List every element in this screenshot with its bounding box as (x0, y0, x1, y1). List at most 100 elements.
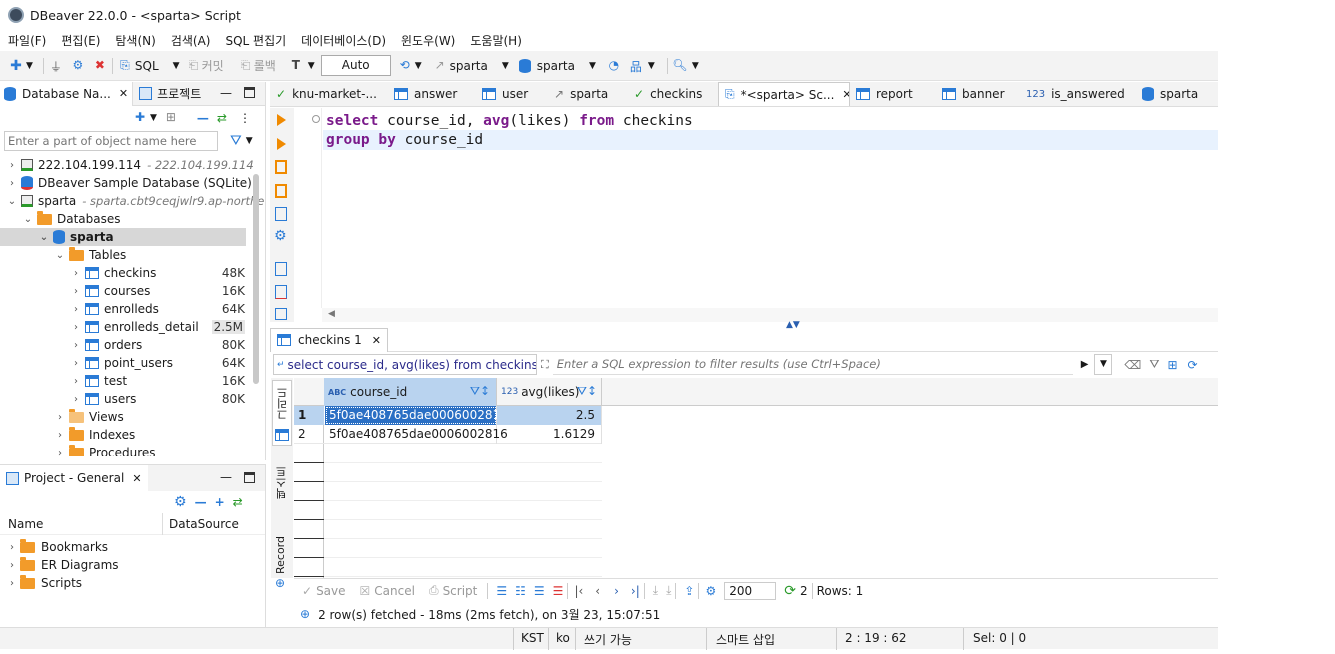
filter-dropdown-icon[interactable]: ▼ (246, 136, 253, 146)
apply-filter-icon[interactable]: ▶ (1081, 359, 1089, 370)
collapsed-chevron-icon[interactable]: › (54, 448, 66, 457)
add-row-icon[interactable]: ☷ (515, 584, 526, 598)
collapsed-chevron-icon[interactable]: › (6, 178, 18, 189)
editor-tab[interactable]: ✓ knu-market-... (270, 82, 388, 106)
object-filter-input[interactable] (4, 131, 218, 151)
cell-course-id[interactable]: 5f0ae408765dae0006002816 (325, 425, 508, 444)
filter-icon[interactable]: ⛛ (230, 133, 242, 149)
view-menu-icon[interactable]: ⋮ (239, 111, 251, 125)
datasource-dropdown-icon[interactable]: ▼ (502, 61, 509, 71)
link-editor-icon[interactable]: ⇄ (233, 495, 243, 509)
folder-item[interactable]: › Views (0, 408, 265, 426)
tree-item[interactable]: › 222.104.199.114 - 222.104.199.114 (0, 156, 265, 174)
expanded-chevron-icon[interactable]: ⌄ (38, 232, 50, 243)
network-dropdown-icon[interactable]: ▼ (648, 61, 655, 71)
export-icon[interactable] (275, 262, 287, 276)
collapsed-chevron-icon[interactable]: › (70, 268, 82, 279)
side-tab-grid[interactable]: 그리드 (272, 380, 292, 446)
expanded-chevron-icon[interactable]: ⌄ (54, 250, 66, 261)
tab-project[interactable]: 프로젝트 (133, 82, 207, 106)
datasource-selector[interactable]: sparta (450, 59, 488, 73)
cell-avg-likes[interactable]: 1.6129 (497, 425, 602, 444)
query-text-field[interactable]: ↵ select course_id, avg(likes) from chec… (273, 354, 537, 375)
cell-avg-likes[interactable]: 2.5 (497, 406, 602, 425)
explain-plan-icon[interactable] (275, 207, 287, 221)
search-icon[interactable]: 🔍︎ (672, 58, 688, 74)
column-filter-icon[interactable]: ⛛↕ (470, 384, 490, 399)
save-icon[interactable]: ✓ (302, 584, 312, 598)
row-number[interactable]: 2 (294, 425, 324, 444)
close-icon[interactable]: ✕ (119, 87, 128, 100)
folder-item[interactable]: › Indexes (0, 426, 265, 444)
dashboard-icon[interactable]: ◔ (606, 58, 622, 74)
settings-icon[interactable]: ⚙ (274, 228, 287, 244)
auto-commit-field[interactable]: Auto (320, 55, 391, 76)
filter-settings-icon[interactable]: ⛛ (1149, 357, 1159, 372)
next-page-icon[interactable]: › (614, 584, 619, 598)
connect-icon[interactable]: ⏚ (48, 58, 64, 74)
menu-item[interactable]: 탐색(N) (115, 32, 155, 49)
disconnect-icon[interactable]: ✖ (92, 58, 108, 74)
copy-row-icon[interactable]: ☰ (534, 584, 545, 598)
new-connection-icon[interactable]: ✚ (8, 58, 24, 74)
tree-item[interactable]: ⌄ Databases (0, 210, 265, 228)
table-item[interactable]: › point_users 64K (0, 354, 265, 372)
table-item[interactable]: › checkins 48K (0, 264, 265, 282)
table-item[interactable]: › enrolleds 64K (0, 300, 265, 318)
editor-tab[interactable]: user (476, 82, 548, 106)
column-datasource[interactable]: DataSource (169, 517, 239, 531)
sql-editor-button[interactable]: SQL (135, 59, 159, 73)
new-connection-dropdown-icon[interactable]: ▼ (26, 61, 33, 71)
fold-icon[interactable] (312, 115, 320, 123)
project-item[interactable]: › Bookmarks (0, 538, 265, 556)
refresh-panel-icon[interactable]: ⟳ (1188, 358, 1198, 372)
menu-item[interactable]: 편집(E) (61, 32, 100, 49)
tree-item[interactable]: ⌄ Tables (0, 246, 265, 264)
column-header-course-id[interactable]: ABC course_id ⛛↕ (324, 378, 497, 406)
editor-tab[interactable]: ↗ sparta (548, 82, 628, 106)
close-icon[interactable]: ✕ (372, 334, 381, 347)
collapsed-chevron-icon[interactable]: › (70, 376, 82, 387)
editor-tab[interactable]: ⎘ *<sparta> Sc... ✕ (718, 82, 850, 106)
delete-row-icon[interactable]: ☰ (553, 584, 564, 598)
tab-project-general[interactable]: Project - General ✕ (0, 465, 148, 491)
format-icon[interactable] (275, 308, 287, 320)
table-row[interactable]: 1 5f0ae408765dae0006002817 2.5 (294, 406, 602, 425)
table-item[interactable]: › enrolleds_detail 2.5M (0, 318, 265, 336)
script-icon[interactable]: ⎙ (429, 583, 439, 598)
settings-icon[interactable]: ⚙ (174, 494, 187, 510)
clear-filter-icon[interactable]: ⌫ (1124, 358, 1141, 372)
collapsed-chevron-icon[interactable]: › (6, 560, 18, 571)
column-filter-icon[interactable]: ⛛↕ (577, 384, 597, 399)
project-item[interactable]: › ER Diagrams (0, 556, 265, 574)
maximize-icon[interactable] (244, 87, 255, 98)
cancel-icon[interactable]: ☒ (360, 584, 371, 598)
fetch-next-icon[interactable]: ⤓ (653, 583, 658, 598)
cancel-button[interactable]: Cancel (374, 584, 415, 598)
transaction-dropdown-icon[interactable]: ▼ (308, 61, 315, 71)
edit-row-icon[interactable]: ☰ (496, 584, 507, 598)
commit-icon[interactable]: ⎗ (186, 58, 202, 74)
menu-item[interactable]: 윈도우(W) (401, 32, 455, 49)
menu-item[interactable]: 데이터베이스(D) (301, 32, 386, 49)
execute-statement-icon[interactable] (277, 114, 286, 126)
collapsed-chevron-icon[interactable]: › (6, 542, 18, 553)
table-item[interactable]: › users 80K (0, 390, 265, 408)
new-connection-icon[interactable]: ✚ (132, 110, 148, 126)
collapsed-chevron-icon[interactable]: › (70, 286, 82, 297)
execute-in-new-tab-icon[interactable] (277, 138, 286, 150)
results-filter-input[interactable] (552, 354, 1073, 375)
collapsed-chevron-icon[interactable]: › (70, 394, 82, 405)
transaction-mode-icon[interactable]: T (288, 58, 304, 74)
script-button[interactable]: Script (443, 584, 478, 598)
table-row[interactable]: 2 5f0ae408765dae0006002816 1.6129 (294, 425, 602, 444)
collapse-all-icon[interactable]: — (197, 111, 209, 125)
close-icon[interactable]: ✕ (842, 88, 849, 101)
schema-dropdown-icon[interactable]: ▼ (589, 61, 596, 71)
editor-tab[interactable]: sparta (1136, 82, 1206, 106)
sql-dropdown-icon[interactable]: ▼ (173, 61, 180, 71)
menu-item[interactable]: 도움말(H) (470, 32, 522, 49)
project-item[interactable]: › Scripts (0, 574, 265, 592)
export-icon[interactable]: ⇪ (684, 584, 694, 598)
column-header-avg-likes[interactable]: 123 avg(likes) ⛛↕ (497, 378, 602, 406)
